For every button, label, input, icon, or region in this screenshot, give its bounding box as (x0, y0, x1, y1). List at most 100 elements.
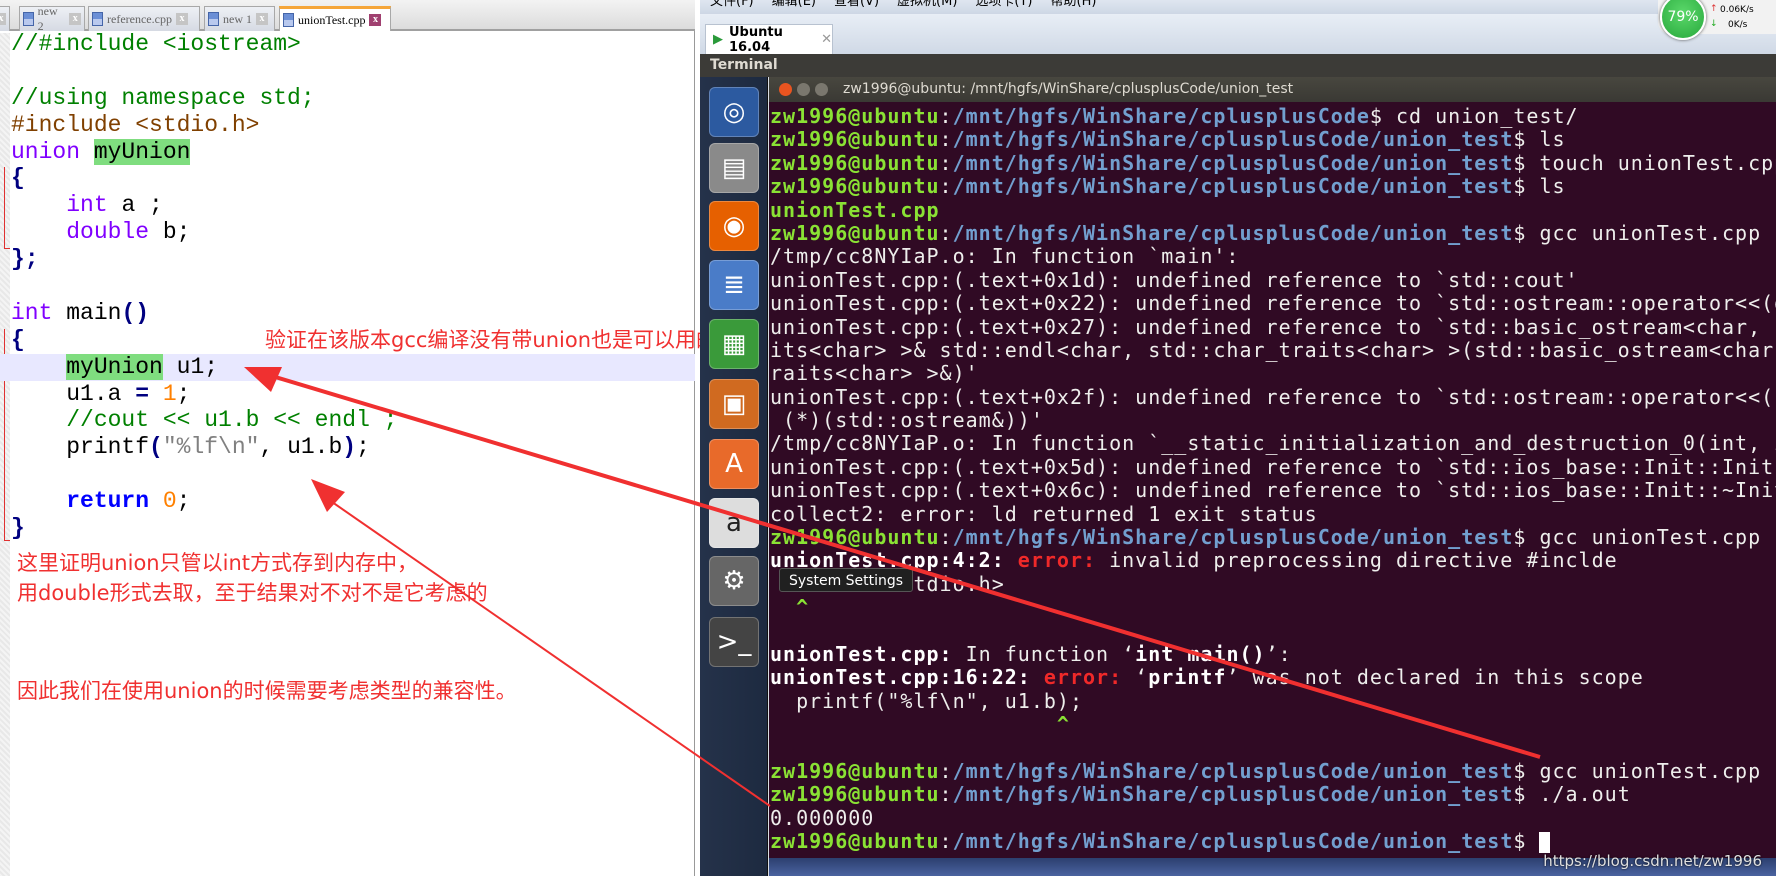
terminal-output[interactable]: zw1996@ubuntu: /mnt/hgfs/WinShare/cpluspl… (770, 104, 1776, 854)
menu-item[interactable]: 虚拟机(M) (897, 0, 957, 14)
code-line[interactable]: myUnion u1; (0, 353, 695, 381)
terminal-cursor (1539, 832, 1551, 854)
menu-item[interactable]: 查看(V) (834, 0, 879, 14)
amazon-icon[interactable]: a (709, 498, 759, 548)
code-line[interactable] (0, 58, 695, 85)
maximize-icon[interactable] (815, 83, 828, 96)
writer-icon[interactable]: ≣ (709, 260, 759, 310)
code-line[interactable]: } (0, 515, 695, 542)
code-line[interactable]: //#include <iostream> (0, 31, 695, 58)
close-icon[interactable]: x (256, 13, 268, 25)
close-icon[interactable]: x (175, 13, 188, 25)
terminal-segment: $ ls (1513, 127, 1566, 152)
code-line[interactable]: }; (0, 246, 695, 273)
terminal-segment: unionTest.cpp (770, 197, 940, 222)
code-line[interactable]: int main() (0, 300, 695, 327)
terminal-segment: /mnt/hgfs/WinShare/cplusplusCode/union_t… (952, 525, 1514, 550)
code-line[interactable]: return 0; (0, 488, 695, 515)
code-line[interactable]: u1.a = 1; (0, 381, 695, 408)
minimize-icon[interactable] (797, 83, 810, 96)
terminal-segment: /mnt/hgfs/WinShare/cplusplusCode/union_t… (952, 127, 1514, 152)
terminal-line: /tmp/cc8NYIaP.o: In function `__static_i… (770, 432, 1776, 455)
menu-item[interactable]: 帮助(H) (1051, 0, 1097, 14)
code-token: ( (149, 434, 163, 461)
terminal-segment: ^ (770, 712, 1070, 737)
tab-reference-cpp[interactable]: reference.cpp x (88, 6, 200, 31)
code-line[interactable]: double b; (0, 219, 695, 246)
menu-item[interactable]: 编辑(E) (772, 0, 816, 14)
code-token: { (11, 326, 25, 353)
files-icon[interactable]: ▤ (709, 143, 759, 193)
tab-ubuntu[interactable]: ▶ Ubuntu 16.04 ✕ (705, 24, 833, 55)
ubuntu-top-bar: Terminal (700, 54, 1776, 77)
terminal-line: unionTest.cpp:(.text+0x6c): undefined re… (770, 479, 1776, 502)
calc-icon[interactable]: ▦ (709, 319, 759, 369)
terminal-segment: $ gcc unionTest.cpp (1513, 525, 1762, 550)
menu-item[interactable]: 选项卡(T) (975, 0, 1032, 14)
tab-new-1[interactable]: new 1 x (204, 6, 275, 31)
code-editor[interactable]: x new 2x reference.cpp x new 1x unionTest… (0, 0, 695, 876)
code-token: , u1.b (259, 434, 343, 461)
ubuntu-dash-icon[interactable]: ◎ (709, 87, 759, 137)
code-line[interactable]: //cout << u1.b << endl ; (0, 407, 695, 434)
menu-item[interactable]: 文件(F) (710, 0, 754, 14)
terminal-line: #inclde <stdio.h> (770, 572, 1776, 596)
close-icon[interactable] (779, 83, 792, 96)
file-icon (23, 12, 34, 26)
terminal-segment: unionTest.cpp:(.text+0x6c): undefined re… (770, 478, 1776, 503)
code-token: //using namespace std; (11, 84, 315, 111)
tab-new-2[interactable]: new 2 x (19, 4, 85, 33)
system-settings-icon[interactable]: ⚙ (709, 556, 759, 606)
close-icon[interactable]: x (69, 13, 81, 25)
terminal-line: zw1996@ubuntu:/mnt/hgfs/WinShare/cpluspl… (770, 221, 1776, 245)
terminal-line: unionTest.cpp: In function ‘int main()’: (770, 641, 1776, 666)
code-line[interactable]: { (0, 165, 695, 192)
firefox-icon[interactable]: ◉ (709, 201, 759, 251)
close-icon[interactable]: ✕ (821, 32, 832, 47)
code-token: int (66, 192, 108, 219)
terminal-segment: zw1996@ubuntu (770, 782, 940, 807)
code-token: "%lf\n" (162, 434, 260, 461)
download-arrow-icon: ↓ (1710, 19, 1718, 29)
terminal-segment: : (939, 758, 953, 783)
code-token: = (135, 380, 150, 407)
terminal-segment: unionTest.cpp:(.text+0x5d): undefined re… (770, 454, 1775, 479)
annotation-int-storage: 这里证明union只管以int方式存到内存中， (17, 551, 418, 575)
terminal-segment: zw1996@ubuntu (770, 174, 940, 199)
terminal-icon[interactable]: >_ (709, 617, 759, 667)
editor-tab-partial[interactable]: x (0, 6, 10, 31)
code-line[interactable]: printf("%lf\n", u1.b); (0, 434, 695, 461)
tab-label: unionTest.cpp (298, 12, 366, 27)
code-token: //#include <iostream> (11, 31, 301, 57)
code-line[interactable]: //using namespace std; (0, 85, 695, 112)
code-token: { (11, 165, 25, 192)
file-icon (208, 12, 219, 26)
impress-icon[interactable]: ▣ (709, 379, 759, 429)
terminal-line: ^ (770, 596, 1776, 619)
code-line[interactable]: union myUnion (0, 138, 695, 166)
code-area[interactable]: //#include <iostream> //using namespace … (0, 31, 695, 542)
terminal-line: unionTest.cpp (770, 197, 1776, 222)
terminal-segment: zw1996@ubuntu (770, 829, 940, 854)
close-icon[interactable]: x (0, 13, 6, 25)
code-token: u1; (162, 353, 219, 380)
terminal-segment: ’ was not declared in this scope (1226, 665, 1644, 690)
code-line[interactable]: #include <stdio.h> (0, 112, 695, 139)
code-token: u1.a (11, 380, 136, 407)
terminal-line: /tmp/cc8NYIaP.o: In function `main': (770, 245, 1776, 268)
tab-label: new 2 (37, 4, 58, 33)
code-line[interactable] (0, 461, 695, 488)
tab-uniontest-cpp[interactable]: unionTest.cpp x (279, 6, 391, 31)
software-center-icon[interactable]: A (709, 439, 759, 489)
tab-label: reference.cpp (107, 11, 172, 26)
terminal-segment: : (939, 174, 953, 199)
terminal-line: raits<char> >&)' (770, 362, 1776, 385)
close-icon[interactable]: x (369, 14, 382, 26)
terminal-window[interactable]: zw1996@ubuntu: /mnt/hgfs/WinShare/cplusp… (769, 77, 1776, 876)
code-line[interactable]: int a ; (0, 192, 695, 219)
terminal-segment: In function ‘ (952, 641, 1136, 666)
code-line[interactable] (0, 273, 695, 300)
